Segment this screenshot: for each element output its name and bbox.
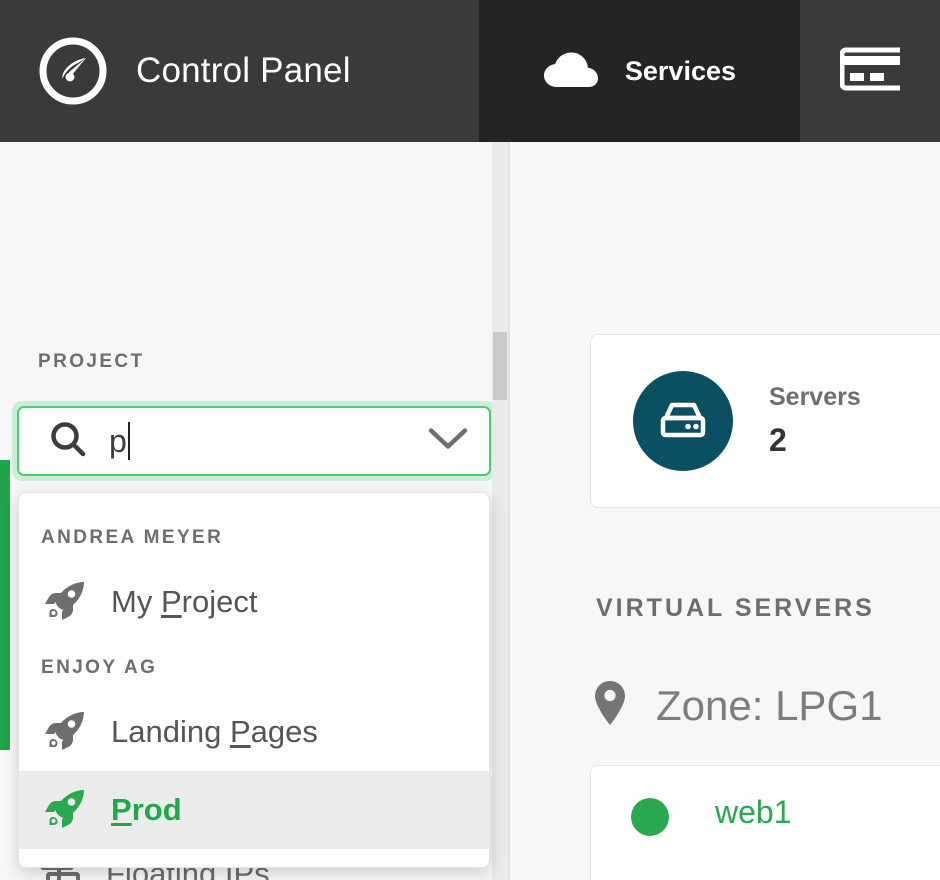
sidebar-scrollbar-thumb[interactable]	[493, 332, 507, 400]
app-root: Control Panel Services PROJECT p ANDREA …	[0, 0, 940, 880]
sidebar-active-indicator	[0, 460, 10, 750]
stat-card-value: 2	[769, 422, 787, 458]
stat-card-servers[interactable]: Servers 2	[590, 334, 940, 508]
main-content: Servers Servers 2 VIRTUAL SERVERS	[512, 142, 940, 880]
credit-card-icon	[839, 46, 915, 97]
sidebar-scrollbar-track[interactable]	[492, 142, 508, 880]
server-name-link[interactable]: web1	[715, 794, 792, 831]
dropdown-item-prod[interactable]: Prod	[19, 771, 489, 849]
text-caret	[127, 422, 130, 460]
project-dropdown-list[interactable]: ANDREA MEYER My Project ENJOY AG Landing…	[18, 492, 490, 868]
speedometer-icon	[38, 36, 108, 106]
virtual-servers-section-label: VIRTUAL SERVERS	[596, 594, 875, 622]
cloud-icon	[543, 49, 599, 94]
rocket-icon	[43, 788, 87, 833]
project-search-combobox[interactable]: p	[12, 401, 496, 481]
server-icon	[633, 371, 733, 471]
project-section-label: PROJECT	[38, 351, 145, 372]
location-pin-icon	[592, 679, 628, 732]
top-header-bar: Control Panel Services	[0, 0, 940, 142]
dropdown-item-label: Landing Pages	[111, 714, 318, 749]
rocket-icon	[43, 710, 87, 755]
zone-label: Zone: LPG1	[656, 681, 883, 729]
tab-services-label: Services	[624, 55, 736, 86]
dropdown-group-label-0: ANDREA MEYER	[41, 527, 224, 548]
zone-row: Zone: LPG1	[592, 679, 882, 732]
brand-title: Control Panel	[136, 51, 351, 90]
search-input[interactable]: p	[109, 425, 127, 457]
brand-area[interactable]: Control Panel	[0, 0, 479, 142]
tab-billing[interactable]	[800, 0, 940, 142]
tab-services[interactable]: Services	[478, 0, 800, 142]
status-indicator-dot	[631, 798, 669, 836]
project-search-box[interactable]: p	[17, 406, 491, 476]
sidebar: PROJECT p ANDREA MEYER My Project ENJOY …	[0, 142, 510, 880]
rocket-icon	[43, 580, 87, 625]
dropdown-item-landing-pages[interactable]: Landing Pages	[19, 693, 489, 771]
stat-card-label: Servers	[769, 383, 861, 411]
dropdown-item-label: Prod	[111, 792, 182, 827]
dropdown-item-label: My Project	[111, 584, 258, 619]
chevron-down-icon[interactable]	[427, 425, 469, 458]
dropdown-item-my-project[interactable]: My Project	[19, 563, 489, 641]
dropdown-group-label-1: ENJOY AG	[41, 657, 158, 678]
server-card-web1[interactable]: web1	[590, 765, 940, 880]
search-icon	[49, 420, 87, 463]
